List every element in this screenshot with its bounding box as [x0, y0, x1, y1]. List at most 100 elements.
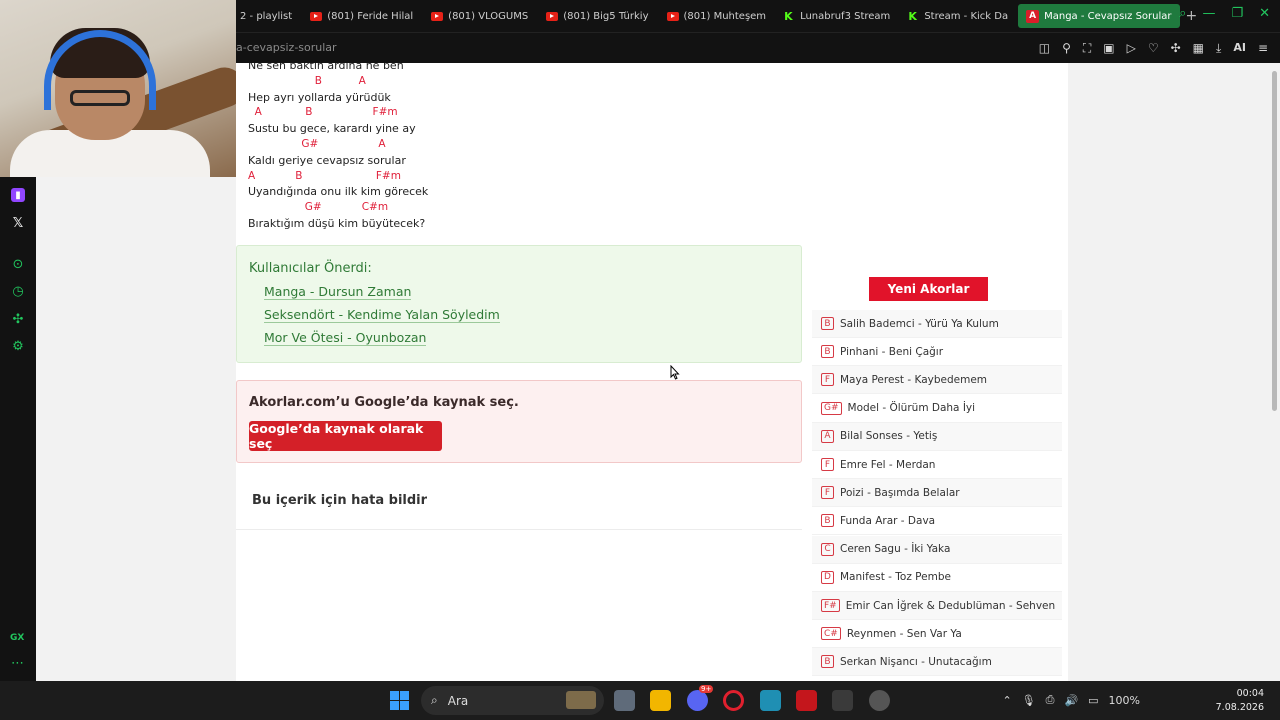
- lyric-line: Bıraktığım düşü kim büyütecek?: [248, 216, 426, 230]
- tab-label: 2 - playlist: [240, 10, 293, 22]
- more-icon[interactable]: ⋯: [11, 656, 24, 671]
- page-gutter: [1068, 63, 1268, 681]
- maximize-icon[interactable]: ❐: [1231, 6, 1243, 21]
- new-chord-item[interactable]: C# Reynmen - Sen Var Ya: [812, 620, 1062, 649]
- chevron-up-icon[interactable]: ⌃: [1002, 694, 1011, 707]
- extensions-icon[interactable]: ✣: [1171, 41, 1181, 56]
- taskbar-search[interactable]: ⌕ Ara: [421, 686, 604, 715]
- chord-key-badge: G#: [821, 401, 842, 415]
- new-chord-item[interactable]: F Maya Perest - Kaybedemem: [812, 366, 1062, 395]
- mic-icon[interactable]: 🎙: [1022, 694, 1036, 707]
- new-chord-item[interactable]: B Pinhani - Beni Çağır: [812, 338, 1062, 367]
- split-view-icon[interactable]: ◫: [1039, 41, 1050, 56]
- chord-key-badge: A: [821, 429, 834, 443]
- heart-icon[interactable]: ♡: [1148, 41, 1159, 56]
- tab-6[interactable]: K Stream - Kick Da: [900, 4, 1016, 28]
- minimize-icon[interactable]: —: [1202, 6, 1215, 21]
- new-chord-item[interactable]: B Salih Bademci - Yürü Ya Kulum: [812, 310, 1062, 338]
- app-icon[interactable]: [796, 690, 817, 711]
- search-icon[interactable]: ⌕: [1179, 6, 1186, 21]
- google-source-button[interactable]: Google’da kaynak olarak seç: [249, 421, 442, 451]
- lyric-line: Sustu bu gece, karardı yine ay: [248, 122, 416, 136]
- volume-icon[interactable]: 🔊: [1064, 694, 1078, 707]
- pin-icon[interactable]: ⚲: [1062, 41, 1071, 56]
- tab-label: Manga - Cevapsız Sorular: [1044, 10, 1172, 22]
- new-chord-item[interactable]: C Ceren Sagu - İki Yaka: [812, 535, 1062, 564]
- google-source-title: Akorlar.com’u Google’da kaynak seç.: [249, 395, 519, 410]
- tab-0[interactable]: 2 - playlist: [232, 4, 300, 28]
- start-icon[interactable]: [390, 691, 409, 710]
- tab-label: Stream - Kick Da: [924, 10, 1009, 22]
- chord-key-badge: B: [821, 317, 834, 330]
- history-icon[interactable]: ◷: [9, 282, 27, 300]
- play-icon[interactable]: ▷: [1127, 41, 1136, 56]
- song-title: Ceren Sagu - İki Yaka: [840, 543, 951, 556]
- menu-icon[interactable]: ≡: [1258, 41, 1268, 56]
- glasses: [70, 90, 130, 106]
- tab-1[interactable]: (801) Feride Hilal: [302, 4, 421, 28]
- player-icon[interactable]: ⊙: [9, 255, 27, 273]
- new-chord-item[interactable]: B Funda Arar - Dava: [812, 507, 1062, 536]
- app-icon[interactable]: [832, 690, 853, 711]
- task-view-icon[interactable]: [614, 690, 635, 711]
- clock[interactable]: 00:04 7.08.2026: [1216, 687, 1264, 715]
- suggestion-link[interactable]: Seksendört - Kendime Yalan Söyledim: [264, 307, 500, 323]
- discord-icon[interactable]: 9+: [687, 685, 714, 711]
- profile-icon[interactable]: ▦: [1193, 41, 1204, 56]
- new-chord-item[interactable]: F Poizi - Başımda Belalar: [812, 479, 1062, 508]
- app-icon[interactable]: [869, 690, 890, 711]
- report-error-link[interactable]: Bu içerik için hata bildir: [252, 493, 427, 508]
- opera-gx-icon[interactable]: [723, 690, 744, 711]
- x-icon[interactable]: 𝕏: [9, 214, 27, 232]
- tab-7[interactable]: A Manga - Cevapsız Sorular: [1018, 4, 1180, 28]
- song-title: Serkan Nişancı - Unutacağım: [840, 655, 992, 668]
- scrollbar[interactable]: [1270, 63, 1280, 681]
- new-chord-item[interactable]: F# Emir Can İğrek & Dedublüman - Sehven: [812, 592, 1062, 620]
- lyric-line: Hep ayrı yollarda yürüdük: [248, 90, 391, 104]
- toolbar: ◫ ⚲ ⛶ ▣ ▷ ♡ ✣ ▦ ⤓ AI ≡: [1039, 41, 1268, 56]
- chord-line: A B F#m: [248, 169, 401, 182]
- pocket-icon[interactable]: ▣: [1103, 41, 1114, 56]
- song-title: Emir Can İğrek & Dedublüman - Sehven: [845, 599, 1056, 612]
- extensions-sidebar-icon[interactable]: ✣: [9, 310, 27, 328]
- new-chord-item[interactable]: F Emre Fel - Merdan: [812, 451, 1062, 479]
- twitch-icon[interactable]: ▮: [11, 188, 25, 202]
- youtube-icon: [666, 11, 679, 21]
- chord-key-badge: C#: [821, 627, 841, 641]
- window-controls: ⌕ — ❐ ✕: [1179, 6, 1270, 21]
- song-title: Reynmen - Sen Var Ya: [846, 627, 962, 640]
- settings-icon[interactable]: ⚙: [9, 337, 27, 355]
- tab-3[interactable]: (801) Big5 Türkiy: [538, 4, 656, 28]
- battery-icon[interactable]: ▭: [1088, 694, 1098, 707]
- lyrics-block: Ne sen baktın ardına ne ben B A Hep ayrı …: [248, 63, 428, 232]
- tab-label: (801) Big5 Türkiy: [563, 10, 649, 22]
- tab-label: (801) Feride Hilal: [327, 10, 414, 22]
- app-icon[interactable]: [760, 690, 781, 711]
- suggestion-link[interactable]: Manga - Dursun Zaman: [264, 284, 412, 300]
- ai-button[interactable]: AI: [1233, 41, 1246, 56]
- tab-5[interactable]: K Lunabruf3 Stream: [776, 4, 898, 28]
- new-chord-item[interactable]: A Bilal Sonses - Yetiş: [812, 422, 1062, 451]
- chord-key-badge: F: [821, 486, 834, 500]
- new-chord-item[interactable]: D Manifest - Toz Pembe: [812, 564, 1062, 592]
- chord-key-badge: F: [821, 458, 834, 471]
- gx-logo: GX: [10, 633, 25, 643]
- tab-4[interactable]: (801) Muhteşem: [659, 4, 775, 28]
- download-icon[interactable]: ⤓: [1216, 41, 1221, 56]
- network-icon[interactable]: ⎙: [1046, 693, 1055, 707]
- chord-key-badge: F: [821, 373, 834, 387]
- url-field[interactable]: a-cevapsiz-sorular: [236, 41, 337, 54]
- file-explorer-icon[interactable]: [650, 690, 671, 711]
- tab-label: (801) VLOGUMS: [448, 10, 529, 22]
- tab-2[interactable]: (801) VLOGUMS: [423, 4, 536, 28]
- new-chord-item[interactable]: G# Model - Ölürüm Daha İyi: [812, 395, 1062, 423]
- new-chords-button[interactable]: Yeni Akorlar: [869, 277, 988, 301]
- scroll-thumb[interactable]: [1272, 71, 1277, 411]
- suggestion-link[interactable]: Mor Ve Ötesi - Oyunbozan: [264, 330, 427, 346]
- new-chord-item[interactable]: B Serkan Nişancı - Unutacağım: [812, 648, 1062, 677]
- youtube-icon: [546, 11, 559, 21]
- tab-label: Lunabruf3 Stream: [800, 10, 891, 22]
- snapshot-icon[interactable]: ⛶: [1083, 41, 1091, 56]
- song-title: Pinhani - Beni Çağır: [840, 345, 944, 358]
- close-icon[interactable]: ✕: [1259, 6, 1270, 21]
